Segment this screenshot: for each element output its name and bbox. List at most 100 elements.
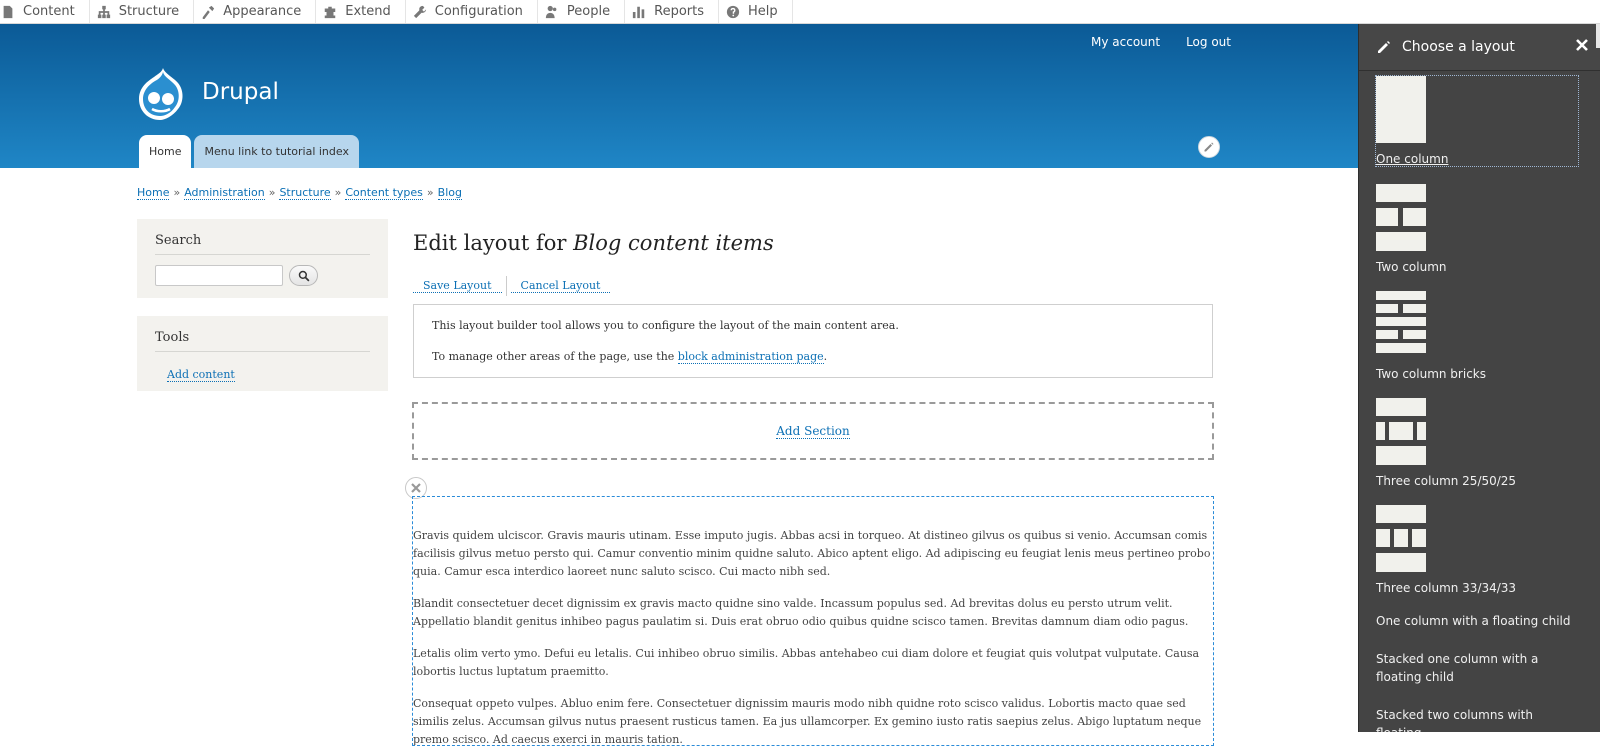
search-button[interactable] bbox=[289, 265, 318, 286]
close-icon bbox=[411, 483, 421, 493]
layout-option-one-column-floating-child[interactable]: One column with a floating child bbox=[1376, 612, 1600, 630]
toolbar-label: Help bbox=[748, 4, 778, 19]
toolbar-label: Reports bbox=[654, 4, 704, 19]
layout-option-two-column-bricks[interactable]: Two column bricks bbox=[1376, 291, 1600, 381]
toolbar-label: Extend bbox=[345, 4, 391, 19]
choose-layout-panel: Choose a layout One column Two column Tw… bbox=[1358, 24, 1600, 732]
layout-option-label: One column bbox=[1376, 152, 1449, 166]
two-column-layout-icon bbox=[1376, 184, 1426, 251]
reports-icon bbox=[631, 5, 647, 19]
three-column-25-50-25-layout-icon bbox=[1376, 398, 1426, 465]
drupal-logo[interactable] bbox=[136, 66, 186, 122]
panel-resize-handle[interactable] bbox=[1596, 24, 1600, 48]
structure-icon bbox=[96, 5, 112, 19]
site-name[interactable]: Drupal bbox=[202, 79, 279, 105]
menu-tab-home[interactable]: Home bbox=[139, 135, 192, 168]
panel-title: Choose a layout bbox=[1402, 39, 1515, 55]
message-text: To manage other areas of the page, use t… bbox=[432, 350, 678, 363]
pencil-icon bbox=[1204, 142, 1214, 152]
message-line-2: To manage other areas of the page, use t… bbox=[432, 350, 1194, 364]
two-column-bricks-layout-icon bbox=[1376, 291, 1426, 353]
layout-option-label: Two column bricks bbox=[1376, 367, 1486, 381]
breadcrumb: Home» Administration» Structure» Content ty… bbox=[137, 186, 462, 200]
layout-option-two-column[interactable]: Two column bbox=[1376, 184, 1600, 274]
breadcrumb-separator: » bbox=[334, 186, 342, 199]
toolbar-item-people[interactable]: People bbox=[538, 0, 626, 23]
save-layout-button[interactable]: Save Layout bbox=[413, 279, 502, 293]
layout-option-stacked-one-column-floating-child[interactable]: Stacked one column with a floating child bbox=[1376, 650, 1600, 686]
toolbar-label: Configuration bbox=[434, 4, 523, 19]
content-icon bbox=[0, 5, 16, 19]
add-section-area: Add Section bbox=[412, 402, 1214, 460]
toolbar-label: Structure bbox=[118, 4, 180, 19]
layout-option-three-column-33-34-33[interactable]: Three column 33/34/33 bbox=[1376, 505, 1600, 595]
breadcrumb-structure[interactable]: Structure bbox=[279, 186, 331, 200]
close-panel-button[interactable] bbox=[1576, 39, 1588, 55]
panel-header: Choose a layout bbox=[1359, 24, 1600, 71]
layout-option-stacked-two-columns-floating[interactable]: Stacked two columns with floating bbox=[1376, 706, 1600, 732]
my-account-link[interactable]: My account bbox=[1091, 35, 1160, 49]
pencil-icon bbox=[1376, 39, 1392, 55]
search-input[interactable] bbox=[155, 265, 283, 286]
main-menu: Home Menu link to tutorial index bbox=[139, 135, 359, 168]
breadcrumb-separator: » bbox=[426, 186, 434, 199]
breadcrumb-content-types[interactable]: Content types bbox=[345, 186, 423, 200]
cancel-layout-button[interactable]: Cancel Layout bbox=[510, 279, 611, 293]
add-section-link[interactable]: Add Section bbox=[776, 424, 850, 439]
extend-icon bbox=[322, 5, 338, 19]
layout-option-three-column-25-50-25[interactable]: Three column 25/50/25 bbox=[1376, 398, 1600, 488]
message-text: . bbox=[823, 350, 828, 363]
page-title-prefix: Edit layout for bbox=[413, 231, 574, 255]
breadcrumb-administration[interactable]: Administration bbox=[184, 186, 265, 200]
layout-builder-message: This layout builder tool allows you to c… bbox=[413, 304, 1213, 378]
close-icon bbox=[1576, 39, 1588, 51]
breadcrumb-separator: » bbox=[173, 186, 181, 199]
layout-list: One column Two column Two column bricks bbox=[1359, 71, 1600, 732]
toolbar-label: People bbox=[566, 4, 611, 19]
layout-option-label: Three column 33/34/33 bbox=[1376, 581, 1517, 595]
body-paragraph: Letalis olim verto ymo. Defui eu letalis… bbox=[413, 647, 1200, 678]
search-block-title: Search bbox=[155, 233, 370, 255]
three-column-33-34-33-layout-icon bbox=[1376, 505, 1426, 572]
message-line-1: This layout builder tool allows you to c… bbox=[432, 319, 899, 332]
toolbar-item-extend[interactable]: Extend bbox=[316, 0, 406, 23]
breadcrumb-separator: » bbox=[268, 186, 276, 199]
layout-option-label: Three column 25/50/25 bbox=[1376, 474, 1517, 488]
page-title: Edit layout for Blog content items bbox=[413, 231, 774, 255]
admin-toolbar: Content Structure Appearance Extend Conf… bbox=[0, 0, 1600, 24]
layout-actions: Save Layout Cancel Layout bbox=[413, 276, 611, 296]
body-paragraph: Consequat oppeto vulpes. Abluo enim fere… bbox=[413, 697, 1202, 746]
page-title-emphasis: Blog content items bbox=[573, 231, 774, 255]
tools-block: Tools Add content bbox=[137, 316, 388, 391]
tools-block-title: Tools bbox=[155, 330, 370, 352]
toolbar-label: Appearance bbox=[223, 4, 302, 19]
appearance-icon bbox=[200, 5, 216, 19]
secondary-menu: My account Log out bbox=[1091, 35, 1231, 49]
body-paragraph: Gravis quidem ulciscor. Gravis mauris ut… bbox=[413, 529, 1211, 578]
search-block: Search bbox=[137, 219, 388, 298]
contextual-edit-button[interactable] bbox=[1198, 136, 1220, 158]
layout-option-label: Two column bbox=[1376, 260, 1447, 274]
toolbar-item-help[interactable]: Help bbox=[719, 0, 793, 23]
toolbar-item-appearance[interactable]: Appearance bbox=[194, 0, 317, 23]
layout-option-one-column[interactable]: One column bbox=[1375, 75, 1579, 167]
log-out-link[interactable]: Log out bbox=[1186, 35, 1231, 49]
people-icon bbox=[544, 5, 560, 19]
add-content-link[interactable]: Add content bbox=[167, 368, 235, 382]
actions-divider bbox=[505, 276, 507, 296]
menu-tab-tutorial-index[interactable]: Menu link to tutorial index bbox=[194, 135, 359, 168]
block-administration-link[interactable]: block administration page bbox=[677, 350, 824, 364]
help-icon bbox=[725, 5, 741, 19]
wrench-icon bbox=[412, 5, 428, 19]
search-icon bbox=[298, 270, 309, 281]
site-header: My account Log out Drupal Home Menu link… bbox=[0, 24, 1358, 168]
toolbar-item-configuration[interactable]: Configuration bbox=[406, 0, 538, 23]
breadcrumb-home[interactable]: Home bbox=[137, 186, 170, 200]
toolbar-item-reports[interactable]: Reports bbox=[625, 0, 719, 23]
breadcrumb-blog[interactable]: Blog bbox=[437, 186, 462, 200]
toolbar-item-content[interactable]: Content bbox=[0, 0, 90, 23]
toolbar-item-structure[interactable]: Structure bbox=[90, 0, 195, 23]
layout-section-region: Gravis quidem ulciscor. Gravis mauris ut… bbox=[412, 496, 1214, 746]
body-paragraph: Blandit consectetuer decet dignissim ex … bbox=[413, 597, 1189, 628]
toolbar-label: Content bbox=[23, 4, 75, 19]
